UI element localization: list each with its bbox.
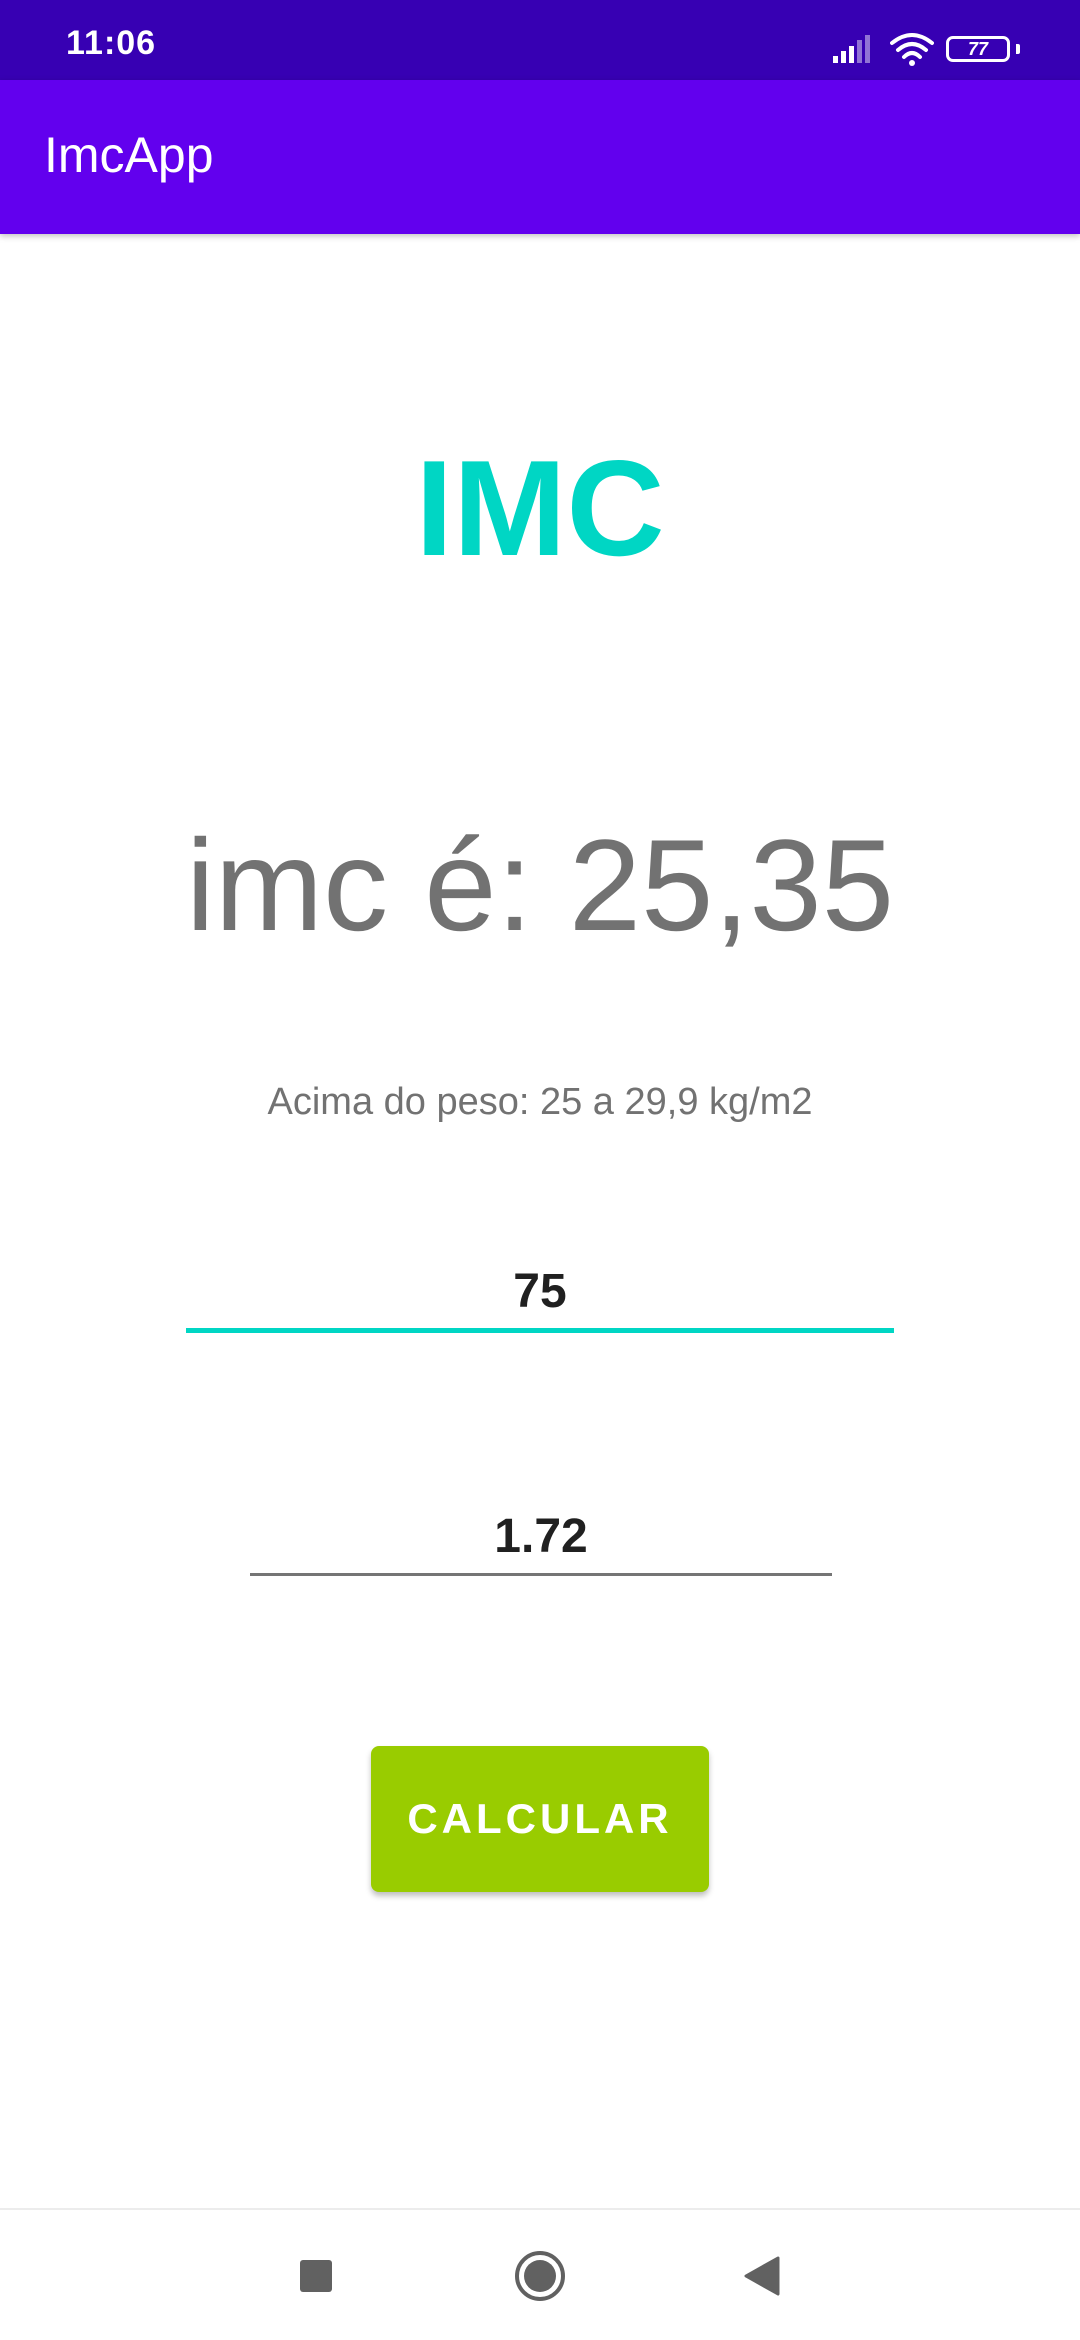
status-icons: 77: [832, 32, 1020, 66]
imc-category: Acima do peso: 25 a 29,9 kg/m2: [267, 1081, 813, 1123]
weight-input[interactable]: [186, 1255, 894, 1333]
height-input[interactable]: [250, 1500, 832, 1576]
app-title: ImcApp: [44, 127, 214, 183]
back-icon: [744, 2256, 780, 2296]
status-time: 11:06: [66, 24, 157, 62]
wifi-icon: [890, 33, 934, 66]
status-bar: 11:06 77: [0, 0, 1080, 80]
back-button[interactable]: [722, 2236, 802, 2316]
battery-level: 77: [967, 39, 989, 59]
battery-icon: 77: [946, 36, 1010, 62]
home-icon: [515, 2251, 565, 2301]
imc-result: imc é: 25,35: [185, 812, 895, 958]
recents-icon: [300, 2260, 332, 2292]
recents-button[interactable]: [276, 2236, 356, 2316]
navigation-bar: [0, 2208, 1080, 2340]
signal-icon: [833, 35, 870, 63]
calculate-button[interactable]: CALCULAR: [371, 1746, 709, 1892]
battery-tip: [1016, 44, 1020, 54]
app-bar: ImcApp: [0, 80, 1080, 234]
home-button[interactable]: [500, 2236, 580, 2316]
main-title: IMC: [415, 432, 665, 584]
